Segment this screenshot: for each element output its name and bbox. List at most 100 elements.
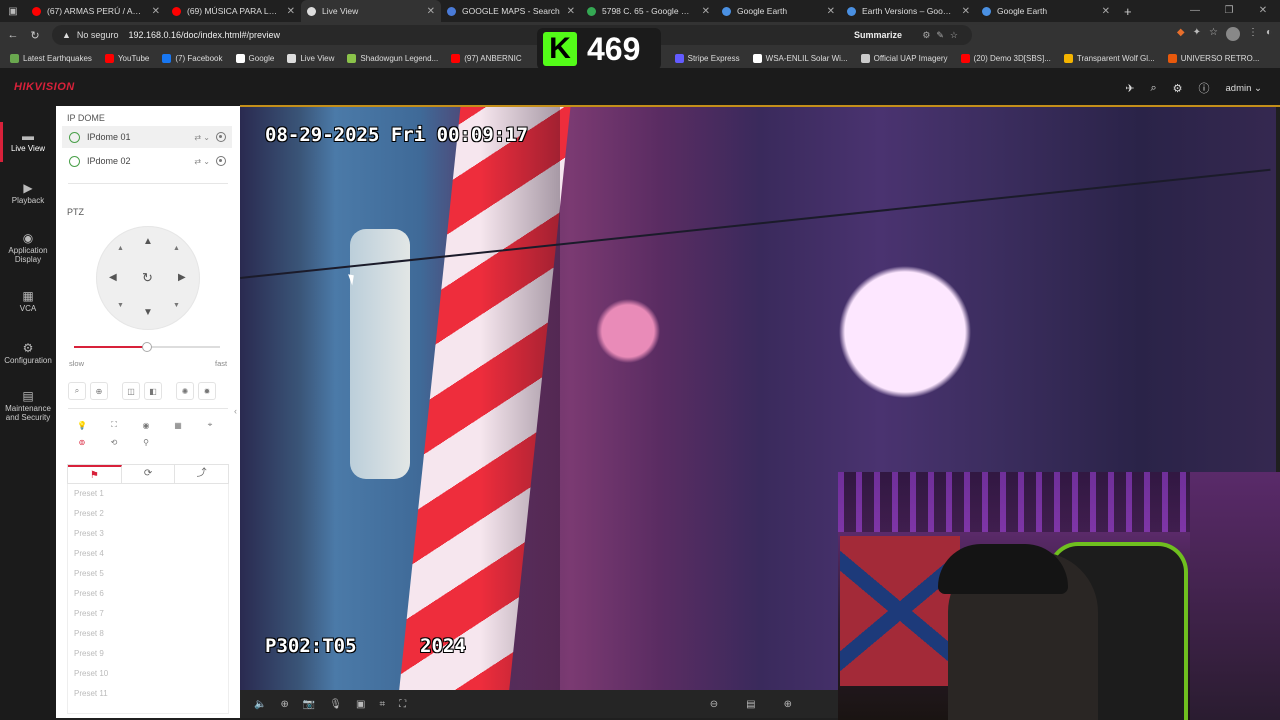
ptz-down-icon[interactable]: ▼ [143,307,153,318]
preset-item[interactable]: Preset 7 [68,604,228,624]
browser-tab[interactable]: (69) MÚSICA PARA LEER ✕ [166,0,301,22]
ptz-right-icon[interactable]: ▶ [178,272,186,283]
manual-tracking-icon[interactable]: ⊚ [73,433,91,451]
record-icon[interactable] [216,132,226,142]
browser-tab[interactable]: (67) ARMAS PERÚ / ARMAS ✕ [26,0,166,22]
focus-far-icon[interactable]: ◧ [144,382,162,400]
capture-icon[interactable]: 📷 [303,699,315,710]
ptz-up-icon[interactable]: ▲ [143,236,153,247]
previous-page-icon[interactable]: ⊖ [710,699,718,710]
nav-vca[interactable]: ▦ VCA [0,290,56,313]
close-tab-icon[interactable]: ✕ [427,6,435,17]
nav-configuration[interactable]: ⚙ Configuration [0,342,56,365]
bookmark-item[interactable]: Official UAP Imagery [860,53,948,63]
browser-tab[interactable]: 5798 C. 65 - Google Maps ✕ [581,0,716,22]
omnibox[interactable]: ▲ No seguro 192.168.0.16/doc/index.html#… [52,25,972,45]
fullscreen-icon[interactable]: ⛶ [399,699,406,710]
close-tab-icon[interactable]: ✕ [827,6,835,17]
ptz-up-left-icon[interactable]: ▲ [117,245,124,252]
audio-icon[interactable]: 🔈 [254,699,266,710]
preset-item[interactable]: Preset 2 [68,504,228,524]
bookmark-item[interactable]: UNIVERSO RETRO... [1167,53,1259,63]
stream-switch-icon[interactable]: ⇄ ⌄ [194,133,210,142]
ptz-left-icon[interactable]: ◀ [109,272,117,283]
minimize-icon[interactable]: — [1178,0,1212,22]
preset-item[interactable]: Preset 3 [68,524,228,544]
info-icon[interactable]: ⓘ [1199,80,1210,96]
nav-maintenance-security[interactable]: ▤ Maintenance and Security [0,390,56,422]
bookmark-item[interactable]: WSA-ENLIL Solar Wi... [752,53,848,63]
menu-icon[interactable]: ⋮ [1248,27,1258,41]
wiper-icon[interactable]: ◉ [137,416,155,434]
bookmark-item[interactable]: Transparent Wolf Gl... [1063,53,1155,63]
zoom-icon[interactable]: ⊕ [280,699,288,710]
3d-positioning-icon[interactable]: ⛶ [105,416,123,434]
one-touch-icon[interactable]: ⚲ [137,433,155,451]
bookmark-item[interactable]: Stripe Express [674,53,740,63]
digital-zoom-icon[interactable]: ⌗ [379,699,385,710]
stream-switch-icon[interactable]: ⇄ ⌄ [194,157,210,166]
bookmark-item[interactable]: (97) ANBERNIC [451,53,522,63]
bookmark-item[interactable]: Shadowgun Legend... [347,53,438,63]
camera-item[interactable]: IPdome 02 ⇄ ⌄ [62,150,232,172]
close-tab-icon[interactable]: ✕ [1102,6,1110,17]
new-tab-icon[interactable]: + [1116,4,1140,19]
profile-icon[interactable] [1225,27,1240,41]
close-window-icon[interactable]: ✕ [1246,0,1280,22]
zoom-in-icon[interactable]: ⊕ [90,382,108,400]
speed-handle[interactable] [142,342,152,352]
tab-presets-flag-icon[interactable]: ⚑ [68,465,122,483]
light-icon[interactable]: 💡 [73,416,91,434]
zoom-out-icon[interactable]: ⌕ [68,382,86,400]
preset-item[interactable]: Preset 4 [68,544,228,564]
next-page-icon[interactable]: ⊕ [784,699,792,710]
ptz-down-right-icon[interactable]: ▼ [173,302,180,309]
preset-item[interactable]: Preset 10 [68,664,228,684]
layout-icon[interactable]: ▤ [746,699,755,710]
preset-item[interactable]: Preset 11 [68,684,228,704]
omnibox-action-icons[interactable]: ⚙✎☆ [922,30,964,41]
preset-item[interactable]: Preset 1 [68,484,228,504]
browser-tab[interactable]: Google Earth ✕ [976,0,1116,22]
microphone-icon[interactable]: 🎙 [329,699,342,710]
close-tab-icon[interactable]: ✕ [152,6,160,17]
bookmark-icon[interactable]: ☆ [1209,27,1218,41]
preset-item[interactable]: Preset 9 [68,644,228,664]
park-icon[interactable]: ⟲ [105,433,123,451]
browser-tab[interactable]: GOOGLE MAPS - Search ✕ [441,0,581,22]
nav-playback[interactable]: ▶ Playback [0,182,56,205]
back-icon[interactable]: ← [2,29,24,41]
track-icon[interactable]: ⌖ [201,416,219,434]
focus-near-icon[interactable]: ◫ [122,382,140,400]
url-text[interactable]: 192.168.0.16/doc/index.html#/preview [128,30,280,40]
tab-pattern-icon[interactable]: ⤴ [175,465,228,483]
iris-close-icon[interactable]: ✹ [198,382,216,400]
user-menu[interactable]: admin ⌄ [1226,83,1262,94]
browser-tab[interactable]: Google Earth ✕ [716,0,841,22]
send-icon[interactable]: ✈ [1125,82,1134,95]
collapse-panel-icon[interactable]: ‹ [231,398,240,424]
settings-icon[interactable]: ⚙ [1173,82,1183,95]
iris-open-icon[interactable]: ✺ [176,382,194,400]
nav-live-view[interactable]: ▬ Live View [0,122,56,162]
extensions-icon[interactable]: ✦ [1193,27,1201,41]
browser-tab[interactable]: Live View ✕ [301,0,441,22]
reload-icon[interactable]: ↻ [24,29,46,42]
ptz-down-left-icon[interactable]: ▼ [117,302,124,309]
bookmark-item[interactable]: YouTube [104,53,149,63]
bookmark-item[interactable]: Latest Earthquakes [10,53,92,63]
ptz-speed-slider[interactable] [74,342,220,352]
auto-scan-icon[interactable]: ↻ [142,270,153,286]
close-tab-icon[interactable]: ✕ [287,6,295,17]
ptz-up-right-icon[interactable]: ▲ [173,245,180,252]
camera-item[interactable]: IPdome 01 ⇄ ⌄ [62,126,232,148]
tab-patrol-icon[interactable]: ⟳ [122,465,176,483]
bookmark-item[interactable]: (20) Demo 3D[SBS]... [960,53,1051,63]
browser-tab[interactable]: Earth Versions – Google Earth ✕ [841,0,976,22]
search-icon[interactable]: ⌕ [1150,82,1156,95]
bookmark-item[interactable]: (7) Facebook [162,53,223,63]
bookmark-item[interactable]: Live View [287,53,334,63]
nav-application-display[interactable]: ◉ Application Display [0,232,56,264]
record-video-icon[interactable]: ▣ [356,699,365,710]
record-icon[interactable] [216,156,226,166]
